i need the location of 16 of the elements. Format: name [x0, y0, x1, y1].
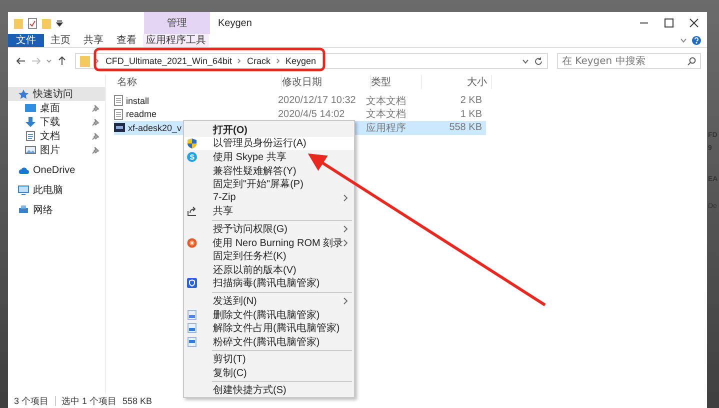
file-name: xf-adesk20_v: [128, 122, 182, 133]
selection-size: 558 KB: [122, 396, 152, 406]
table-cell-text: 文本文档: [366, 94, 407, 108]
table-cell-text: 558 KB: [448, 122, 483, 134]
table-cell-text: 应用程序: [366, 122, 407, 135]
table-cell-text: 2020/4/5 14:02: [278, 108, 346, 120]
item-count: 3 个项目: [14, 394, 49, 408]
table-cell-text: 2 KB: [459, 95, 483, 106]
selection-info: 选中 1 个项目: [62, 394, 117, 408]
table-cell-text: 1 KB: [459, 108, 483, 120]
file-name: readme: [126, 109, 157, 120]
table-cell-text: 文本文档: [366, 108, 407, 122]
file-name: install: [126, 96, 150, 106]
table-cell-text: 2020/12/17 10:32: [278, 95, 357, 106]
context-tab-header: 管理: [144, 12, 210, 34]
window-title: Keygen: [218, 18, 253, 28]
